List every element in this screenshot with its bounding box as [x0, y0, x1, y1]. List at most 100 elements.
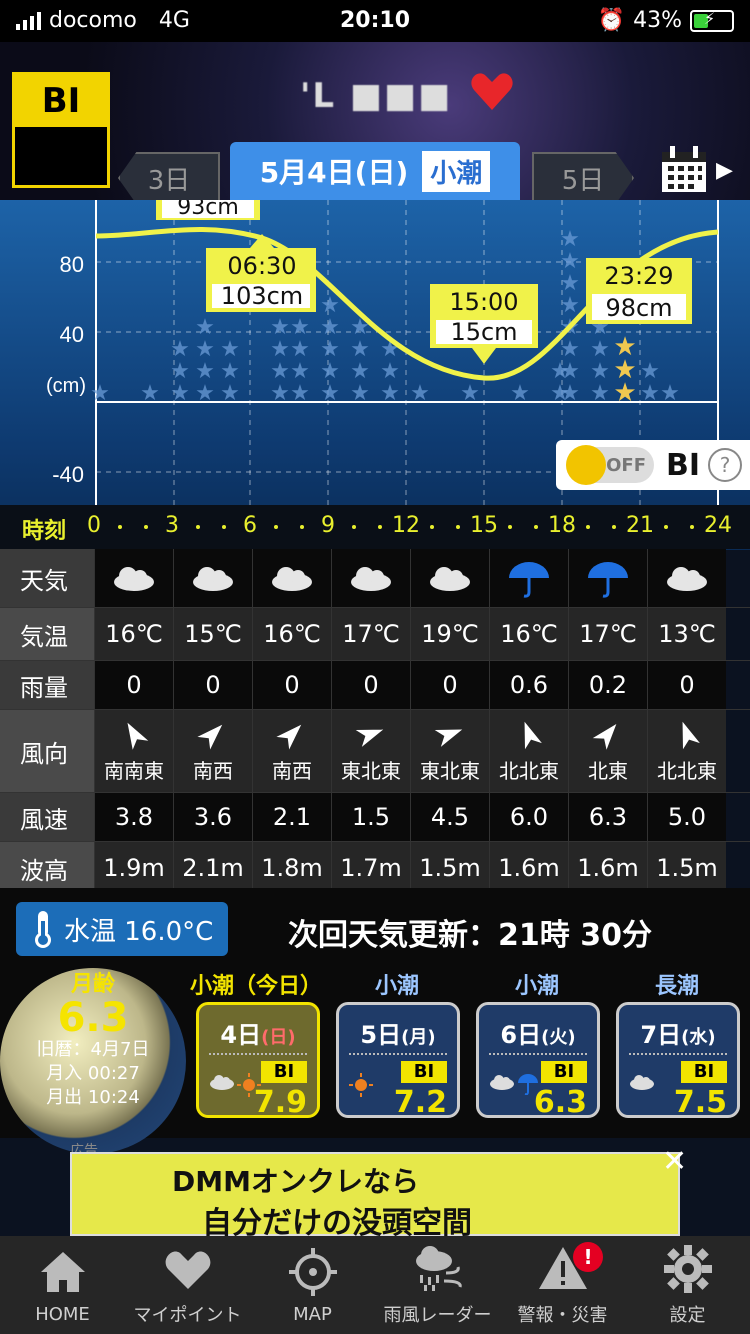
nav-home[interactable]: HOME: [0, 1236, 125, 1334]
nav-label: 設定: [669, 1305, 706, 1326]
info-panel: 水温 16.0°C 次回天気更新：21時 30分 月齢 6.3 旧暦：4月7日 …: [0, 888, 750, 1154]
bi-toggle[interactable]: OFF BI ?: [556, 440, 750, 490]
wind_dir-row: 風向 南南東 南西 南西 東北東 東北東 北北東 北東 北北東: [0, 710, 750, 793]
bi-star: ★: [195, 337, 215, 362]
day-dow: (火): [541, 1027, 576, 1048]
wind_speed-cell: 5.0: [647, 793, 726, 841]
bi-star: ★: [590, 359, 610, 384]
bi-star: ★: [90, 381, 110, 406]
rain-cell: 0: [252, 661, 331, 709]
bi-value: 7.9: [253, 1085, 307, 1120]
wind_speed-cell: 2.1: [252, 793, 331, 841]
nav-label: 警報・災害: [517, 1305, 608, 1326]
bi-star: ★: [350, 381, 370, 406]
help-icon[interactable]: ?: [708, 448, 743, 482]
calendar-icon[interactable]: [660, 144, 708, 194]
bi-star: ★: [290, 337, 310, 362]
nav-map[interactable]: MAP: [250, 1236, 375, 1334]
wind-arrow-icon: [197, 724, 223, 750]
wave-cell: 1.8m: [252, 842, 331, 894]
bi-star: ★: [220, 337, 240, 362]
row-label: 風速: [0, 793, 94, 841]
bi-star: ★: [290, 315, 310, 340]
day-card-5[interactable]: 5日(月) BI 7.2: [336, 1002, 460, 1120]
wind-direction-cell: 南南東: [94, 710, 173, 792]
tab-next-day[interactable]: 5日: [532, 152, 634, 204]
wind-arrow-icon: [276, 724, 302, 750]
day-card-6[interactable]: 6日(火) BI 6.3: [476, 1002, 600, 1120]
callout-high-3: 23:29 98cm: [586, 258, 692, 324]
rain-cell: 0: [331, 661, 410, 709]
bi-gold-stars: ★ ★ ★: [613, 332, 636, 408]
header: BI 'L ■■■ 3日 5月4日(日) 小潮 5日 ▶: [0, 42, 750, 204]
nav-mypoint[interactable]: マイポイント: [125, 1236, 250, 1334]
y-axis-labels: 80 40 (cm) -40: [46, 252, 86, 487]
wind_speed-cell: 6.0: [489, 793, 568, 841]
date-tabs: 3日 5月4日(日) 小潮 5日 ▶: [0, 142, 750, 204]
wind_speed-cell: 4.5: [410, 793, 489, 841]
favorite-heart-icon[interactable]: [470, 70, 514, 112]
callout-height: 98cm: [605, 294, 672, 322]
ad-close-icon[interactable]: ✕: [662, 1144, 687, 1179]
callout-height: 93cm: [177, 200, 239, 220]
temperature-cell: 16℃: [252, 608, 331, 660]
row-label: 天気: [0, 549, 94, 607]
day-card-7[interactable]: 7日(水) BI 7.5: [616, 1002, 740, 1120]
time-axis: 時刻 0 3 6 9 12 15 18 21 24: [0, 505, 750, 549]
toggle-state: OFF: [606, 455, 646, 476]
day-card-4[interactable]: 4日(日) BI 7.9: [196, 1002, 320, 1120]
wind-direction-cell: 北北東: [647, 710, 726, 792]
tab-current-day[interactable]: 5月4日(日) 小潮: [230, 142, 520, 200]
ad-banner[interactable]: DMMオンクレなら 自分だけの没頭空間: [70, 1152, 680, 1241]
toggle-switch[interactable]: OFF: [566, 445, 654, 485]
nav-label: マイポイント: [133, 1305, 242, 1326]
y-tick: 80: [60, 252, 84, 277]
bi-star: ★: [140, 381, 160, 406]
bi-chip: BI: [261, 1061, 307, 1083]
temperature-cell: 19℃: [410, 608, 489, 660]
rain-cell: 0.6: [489, 661, 568, 709]
bi-star: ★: [590, 381, 610, 406]
bottom-nav: HOME マイポイント MAP 雨風レーダー 警報・災害 ! 設定: [0, 1236, 750, 1334]
bi-star: ★: [380, 359, 400, 384]
temperature-cell: 16℃: [94, 608, 173, 660]
nav-settings[interactable]: 設定: [625, 1236, 750, 1334]
wind_speed-cell: 3.6: [173, 793, 252, 841]
wind-direction-cell: 北北東: [489, 710, 568, 792]
wind-direction-cell: 東北東: [331, 710, 410, 792]
wave-cell: 2.1m: [173, 842, 252, 894]
bi-star: ★: [220, 381, 240, 406]
alarm-icon: ⏰: [597, 8, 626, 33]
rain-row: 雨量 0 0 0 0 0 0.6 0.2 0: [0, 661, 750, 710]
bi-star: ★: [640, 359, 660, 384]
bi-star: ★: [270, 381, 290, 406]
logo-text: BI: [15, 75, 107, 127]
nav-alerts[interactable]: 警報・災害 !: [500, 1236, 625, 1334]
bi-value: 7.5: [673, 1085, 727, 1120]
wind-arrow-icon: [434, 729, 463, 747]
wind-direction-text: 北北東: [657, 758, 717, 783]
rain-cell: 0: [647, 661, 726, 709]
wind_speed-cell: 1.5: [331, 793, 410, 841]
temperature-cell: 13℃: [647, 608, 726, 660]
rain-wind-icon: [415, 1246, 462, 1291]
nav-label: HOME: [35, 1303, 90, 1325]
weather-cell: [173, 549, 252, 607]
moon-info: 月齢 6.3 旧暦：4月7日 月入 00:27 月出 10:24: [0, 966, 186, 1110]
tide-badge: 小潮: [422, 150, 491, 192]
weather-cell: [252, 549, 331, 607]
nav-radar[interactable]: 雨風レーダー: [375, 1236, 500, 1334]
day-date: 5日: [360, 1021, 402, 1049]
day-tide-label: 小潮: [514, 974, 559, 999]
tab-prev-day[interactable]: 3日: [118, 152, 220, 204]
y-tick: 40: [60, 322, 84, 347]
sun-icon: [349, 1073, 373, 1097]
toggle-knob: [566, 445, 606, 485]
moon-age-value: 6.3: [57, 995, 129, 1041]
bi-star: ★: [290, 381, 310, 406]
y-tick: -40: [52, 462, 84, 487]
wind-arrow-icon: [524, 721, 542, 749]
status-bar: docomo 4G 20:10 ⏰ 43% ⚡: [0, 0, 750, 42]
cloud-icon: [667, 567, 707, 591]
wave-cell: 1.9m: [94, 842, 173, 894]
